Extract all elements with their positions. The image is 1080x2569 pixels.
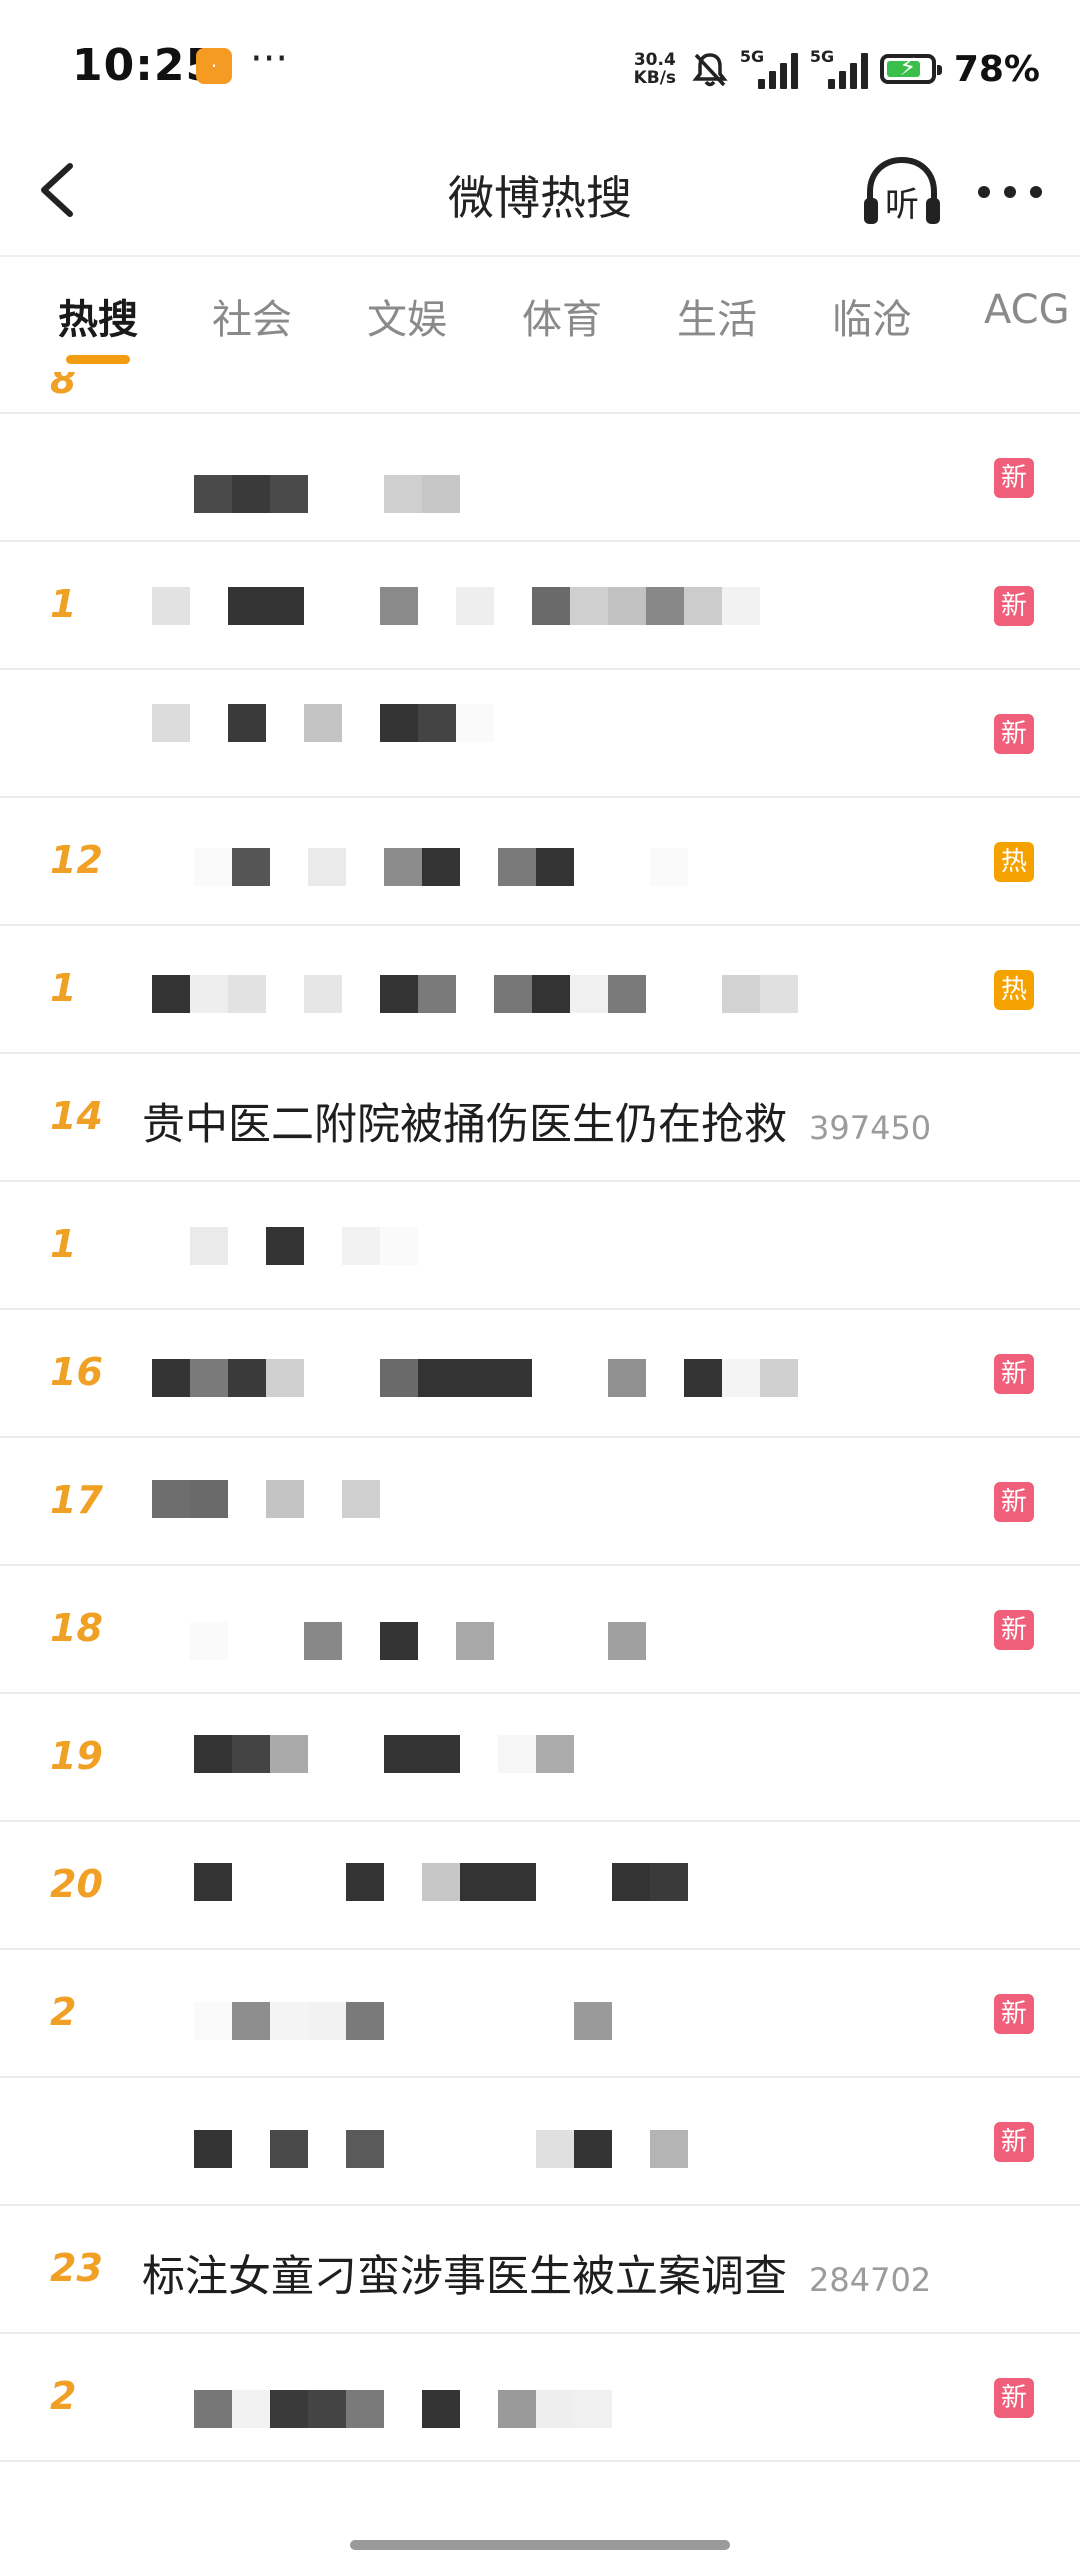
tab-lincang[interactable]: 临沧 <box>832 287 912 345</box>
list-item[interactable]: 1 <box>0 1182 1080 1310</box>
tab-sports[interactable]: 体育 <box>522 287 602 345</box>
new-badge: 新 <box>994 2378 1034 2418</box>
list-item[interactable]: 2 新 <box>0 1950 1080 2078</box>
new-badge: 新 <box>994 1994 1034 2034</box>
list-item[interactable]: 20 <box>0 1822 1080 1950</box>
redacted-title <box>152 975 798 1013</box>
tab-hot-search[interactable]: 热搜 <box>58 287 138 345</box>
more-dots-icon <box>978 186 1042 198</box>
redacted-title <box>194 2390 612 2428</box>
heat-value: 284702 <box>809 2261 932 2299</box>
headphones-icon: 听 <box>864 156 940 225</box>
rank-number: 2 <box>50 1990 77 2034</box>
rank-number: 1 <box>50 582 77 626</box>
redacted-title <box>152 587 760 625</box>
hot-badge: 热 <box>994 842 1034 882</box>
new-badge: 新 <box>994 1610 1034 1650</box>
hot-badge: 热 <box>994 970 1034 1010</box>
redacted-title <box>152 704 494 742</box>
rank-number: 19 <box>50 1734 103 1778</box>
home-indicator[interactable] <box>350 2540 730 2550</box>
topic-title: 贵中医二附院被捅伤医生仍在抢救 397450 <box>142 1100 932 1150</box>
redacted-title <box>194 848 688 886</box>
redacted-title <box>194 1863 688 1901</box>
new-badge: 新 <box>994 714 1034 754</box>
rank-number: 17 <box>50 1478 103 1522</box>
redacted-title <box>190 1622 646 1660</box>
mute-bell-icon <box>692 53 728 87</box>
new-badge: 新 <box>994 586 1034 626</box>
rank-number: 16 <box>50 1350 103 1394</box>
list-item[interactable]: 新 <box>0 670 1080 798</box>
new-badge: 新 <box>994 1354 1034 1394</box>
redacted-title <box>194 1735 574 1773</box>
redacted-title <box>194 2002 612 2040</box>
svg-text:听: 听 <box>885 185 919 225</box>
rank-number: 1 <box>50 966 77 1010</box>
heat-value: 397450 <box>809 1109 932 1147</box>
more-options-button[interactable] <box>970 152 1050 232</box>
top-app-bar: 微博热搜 听 <box>0 130 1080 257</box>
signal-icon-sim1: 5G <box>740 47 800 89</box>
more-notifications-icon: ··· <box>250 36 289 82</box>
new-badge: 新 <box>994 458 1034 498</box>
hot-search-list[interactable]: 8 新 1 新 新 12 热 1 热 14 贵中医二附院被捅伤医生仍在抢救 39… <box>0 372 1080 2500</box>
list-item[interactable]: 2 新 <box>0 2334 1080 2462</box>
tab-acg[interactable]: ACG <box>984 287 1070 333</box>
redacted-title <box>152 1359 798 1397</box>
redacted-title <box>190 1227 418 1265</box>
tab-life[interactable]: 生活 <box>677 287 757 345</box>
new-badge: 新 <box>994 1482 1034 1522</box>
list-item[interactable]: 1 新 <box>0 542 1080 670</box>
battery-charging-icon: ⚡ <box>879 53 942 84</box>
list-item[interactable]: 新 <box>0 414 1080 542</box>
list-item[interactable]: 23 标注女童刁蛮涉事医生被立案调查 284702 <box>0 2206 1080 2334</box>
battery-percent: 78% <box>953 48 1040 90</box>
new-badge: 新 <box>994 2122 1034 2162</box>
list-item[interactable]: 新 <box>0 2078 1080 2206</box>
redacted-title <box>152 1480 380 1518</box>
rank-number: 1 <box>50 1222 77 1266</box>
list-item[interactable]: 1 热 <box>0 926 1080 1054</box>
charging-bolt-icon: ⚡ <box>899 53 917 81</box>
list-item[interactable]: 17 新 <box>0 1438 1080 1566</box>
net-speed: 30.4 KB/s <box>633 50 677 88</box>
rank-number: 8 <box>50 372 77 402</box>
tab-entertainment[interactable]: 文娱 <box>367 287 447 345</box>
redacted-title <box>194 475 460 513</box>
rank-number: 14 <box>50 1094 103 1138</box>
rank-number: 2 <box>50 2374 77 2418</box>
topic-title: 标注女童刁蛮涉事医生被立案调查 284702 <box>142 2252 932 2302</box>
list-item[interactable]: 12 热 <box>0 798 1080 926</box>
redacted-title <box>194 2130 688 2168</box>
rank-number: 23 <box>50 2246 103 2290</box>
rank-number: 18 <box>50 1606 103 1650</box>
list-item[interactable]: 18 新 <box>0 1566 1080 1694</box>
list-item[interactable]: 8 <box>0 372 1080 414</box>
category-tabs: 热搜 社会 文娱 体育 生活 临沧 ACG <box>0 257 1080 372</box>
status-indicators: 30.4 KB/s 5G 5G ⚡ 78% <box>630 44 1040 94</box>
signal-icon-sim2: 5G <box>810 47 870 89</box>
rank-number: 20 <box>50 1862 103 1906</box>
list-item[interactable]: 14 贵中医二附院被捅伤医生仍在抢救 397450 <box>0 1054 1080 1182</box>
active-tab-indicator <box>66 355 130 364</box>
status-bar: 10:25 · ··· 30.4 KB/s 5G 5G ⚡ 78% <box>0 0 1080 130</box>
rank-number: 12 <box>50 838 103 882</box>
list-item[interactable]: 16 新 <box>0 1310 1080 1438</box>
taobao-app-icon: · <box>196 48 232 84</box>
tab-society[interactable]: 社会 <box>212 287 292 345</box>
list-item[interactable]: 19 <box>0 1694 1080 1822</box>
listen-button[interactable]: 听 <box>860 152 944 232</box>
